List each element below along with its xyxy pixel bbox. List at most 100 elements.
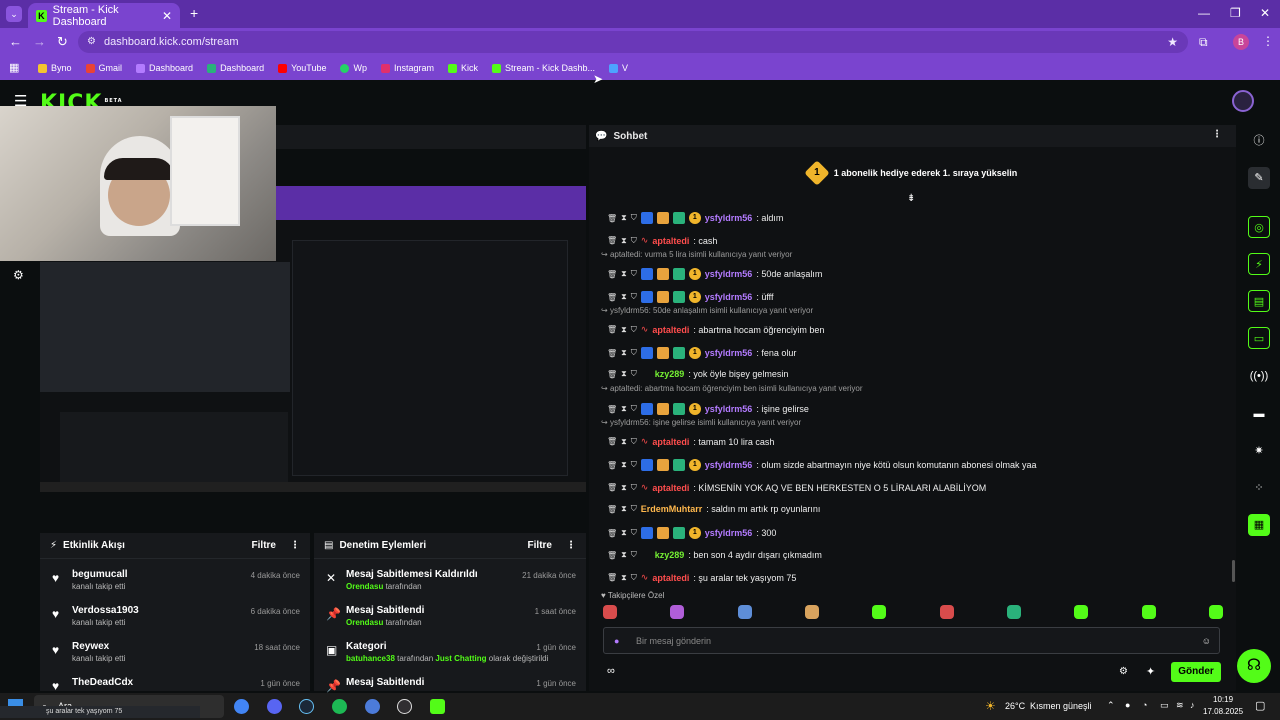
timeout-icon[interactable]: ⧗: [621, 348, 627, 358]
chrome-icon[interactable]: [234, 699, 249, 714]
emote-icon[interactable]: [1074, 605, 1089, 619]
trash-icon[interactable]: 🗑: [607, 270, 617, 279]
emote-icon[interactable]: [603, 605, 617, 619]
chat-username[interactable]: aptaltedi: [652, 325, 689, 335]
lightning-icon[interactable]: ⚡: [1248, 253, 1270, 275]
ban-shield-icon[interactable]: ⛉: [631, 550, 637, 560]
broadcast-icon[interactable]: ((•)): [1248, 365, 1270, 387]
chat-username[interactable]: ysfyldrm56: [705, 460, 753, 470]
spotify-icon[interactable]: [332, 699, 347, 714]
timeout-icon[interactable]: ⧗: [621, 325, 627, 335]
timeout-icon[interactable]: ⧗: [621, 213, 627, 223]
settings-gear-icon[interactable]: ⚙: [13, 268, 24, 282]
chat-username[interactable]: ysfyldrm56: [705, 528, 753, 538]
focus-icon[interactable]: ◎: [1248, 216, 1270, 238]
chat-username[interactable]: ysfyldrm56: [705, 404, 753, 414]
bookmark-kick[interactable]: Kick: [448, 63, 478, 73]
trash-icon[interactable]: 🗑: [607, 236, 617, 245]
moderation-filter-button[interactable]: Filtre: [528, 540, 552, 551]
timeout-icon[interactable]: ⧗: [621, 437, 627, 447]
chat-icon[interactable]: ▭: [1248, 327, 1270, 349]
notes-icon[interactable]: ▤: [1248, 290, 1270, 312]
network-icon[interactable]: ◔: [1142, 700, 1147, 710]
chat-username[interactable]: ysfyldrm56: [705, 348, 753, 358]
emote-icon[interactable]: [804, 605, 819, 619]
moderation-more-icon[interactable]: ⋮: [566, 540, 576, 551]
timeout-icon[interactable]: ⧗: [621, 369, 627, 379]
profile-avatar[interactable]: B: [1233, 34, 1249, 50]
emote-icon[interactable]: [939, 605, 954, 619]
ban-shield-icon[interactable]: ⛉: [631, 573, 637, 583]
timeout-icon[interactable]: ⧗: [621, 404, 627, 414]
clock-date[interactable]: 17.08.2025: [1203, 707, 1243, 716]
chat-username[interactable]: ErdemMuhtarr: [641, 504, 703, 514]
chat-message[interactable]: 🗑 ⧗ ⛉ kzy289: yok öyle bişey gelmesin: [607, 369, 788, 379]
bookmark-stream-dashboard[interactable]: Stream - Kick Dashb...: [492, 63, 595, 73]
chat-message[interactable]: 🗑 ⧗ ⛉ kzy289: ben son 4 aydır dışarı çıkmad…: [607, 550, 822, 560]
emote-icon[interactable]: [1208, 605, 1223, 619]
trash-icon[interactable]: 🗑: [607, 505, 617, 514]
chat-message[interactable]: 🗑 ⧗ ⛉ ∿ aptaltedi: cash: [607, 235, 717, 246]
timeout-icon[interactable]: ⧗: [621, 269, 627, 279]
ban-shield-icon[interactable]: ⛉: [631, 504, 637, 514]
bookmark-star-icon[interactable]: ★: [1167, 31, 1178, 53]
ban-shield-icon[interactable]: ⛉: [631, 348, 637, 358]
kick-studio-icon[interactable]: [430, 699, 445, 714]
edit-icon[interactable]: ✎: [1248, 167, 1270, 189]
wifi-icon[interactable]: ≋: [1176, 700, 1184, 711]
emoji-icon[interactable]: ☺: [1202, 628, 1211, 655]
chat-message[interactable]: 🗑 ⧗ ⛉ ∿ aptaltedi: tamam 10 lira cash: [607, 436, 774, 447]
layers-icon[interactable]: ▬: [1248, 403, 1270, 425]
trash-icon[interactable]: 🗑: [607, 349, 617, 358]
minimize-icon[interactable]: —: [1198, 6, 1210, 20]
reload-icon[interactable]: ↻: [57, 34, 68, 50]
wrench-icon[interactable]: ✷: [1248, 440, 1270, 462]
bookmark-youtube[interactable]: YouTube: [278, 63, 326, 73]
ban-shield-icon[interactable]: ⛉: [631, 213, 637, 223]
chat-username[interactable]: ysfyldrm56: [705, 269, 753, 279]
emote-icon[interactable]: [872, 605, 887, 619]
monitor-icon[interactable]: ▭: [1160, 700, 1169, 711]
pinned-gift-banner[interactable]: 1 1 abonelik hediye ederek 1. sıraya yük…: [589, 147, 1236, 199]
emote-icon[interactable]: [1141, 605, 1156, 619]
chat-message[interactable]: 🗑 ⧗ ⛉ 1 ysfyldrm56: üfff: [607, 291, 774, 303]
chat-scrollbar[interactable]: [1232, 560, 1235, 582]
chat-message[interactable]: 🗑 ⧗ ⛉ ∿ aptaltedi: şu aralar tek yaşıyom 75: [607, 572, 796, 583]
apps-icon[interactable]: ⁘: [1248, 477, 1270, 499]
tab-kick-dashboard[interactable]: K Stream - Kick Dashboard ✕: [28, 3, 180, 28]
browser-menu-icon[interactable]: ⋮: [1262, 34, 1274, 48]
support-headset-icon[interactable]: ☊: [1237, 649, 1271, 683]
forward-icon[interactable]: →: [33, 34, 46, 49]
scroll-to-bottom-icon[interactable]: ⇟: [907, 193, 915, 204]
timeout-icon[interactable]: ⧗: [621, 292, 627, 302]
emote-icon[interactable]: [670, 605, 685, 619]
site-info-icon[interactable]: ⚙: [87, 31, 96, 53]
mic-tray-icon[interactable]: ●: [1125, 700, 1130, 710]
new-tab-button[interactable]: +: [190, 5, 198, 21]
chat-settings-icon[interactable]: ⚙: [1119, 666, 1128, 677]
ban-shield-icon[interactable]: ⛉: [631, 292, 637, 302]
extensions-icon[interactable]: ⧉: [1199, 35, 1208, 50]
clapperboard-icon[interactable]: ▦: [1248, 514, 1270, 536]
trash-icon[interactable]: 🗑: [607, 461, 617, 470]
trash-icon[interactable]: 🗑: [607, 325, 617, 334]
tab-list-button[interactable]: ⌄: [6, 6, 22, 22]
chat-message[interactable]: 🗑 ⧗ ⛉ 1 ysfyldrm56: 50de anlaşalım: [607, 268, 822, 280]
restore-icon[interactable]: ❐: [1230, 6, 1241, 20]
ban-shield-icon[interactable]: ⛉: [631, 528, 637, 538]
discord-icon[interactable]: [267, 699, 282, 714]
bookmark-dashboard-2[interactable]: Dashboard: [207, 63, 264, 73]
chat-message[interactable]: 🗑 ⧗ ⛉ 1 ysfyldrm56: aldım: [607, 212, 783, 224]
timeout-icon[interactable]: ⧗: [621, 528, 627, 538]
url-input[interactable]: ⚙ dashboard.kick.com/stream ★: [78, 31, 1188, 53]
ban-shield-icon[interactable]: ⛉: [631, 404, 637, 414]
activity-more-icon[interactable]: ⋮: [290, 540, 300, 551]
bookmark-dashboard-1[interactable]: Dashboard: [136, 63, 193, 73]
ban-shield-icon[interactable]: ⛉: [631, 437, 637, 447]
trash-icon[interactable]: 🗑: [607, 293, 617, 302]
trash-icon[interactable]: 🗑: [607, 370, 617, 379]
chat-username[interactable]: aptaltedi: [652, 573, 689, 583]
trash-icon[interactable]: 🗑: [607, 483, 617, 492]
chat-username[interactable]: aptaltedi: [652, 236, 689, 246]
bookmark-instagram[interactable]: Instagram: [380, 63, 434, 73]
